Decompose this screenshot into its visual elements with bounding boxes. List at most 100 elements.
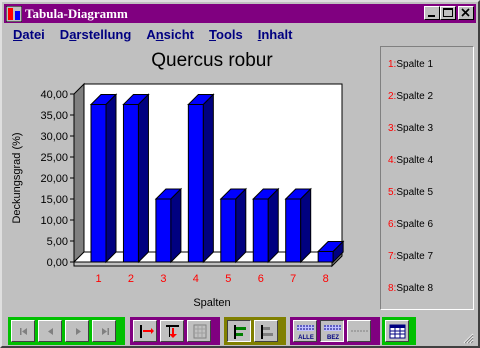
bar-side xyxy=(235,187,247,264)
x-tick-label: 4 xyxy=(193,273,199,285)
close-button[interactable] xyxy=(458,6,474,20)
legend-label: Spalte 4 xyxy=(396,155,434,166)
bar xyxy=(285,198,302,263)
menu-ansicht[interactable]: Ansicht xyxy=(146,27,194,42)
toolbar-group xyxy=(382,317,416,345)
minimize-icon xyxy=(428,15,435,17)
bar xyxy=(122,104,139,263)
x-axis-label: Spalten xyxy=(193,297,230,309)
insert-row-icon xyxy=(166,325,179,338)
window-title: Tabula-Diagramm xyxy=(25,5,128,21)
last-record-button[interactable] xyxy=(92,320,116,342)
bar xyxy=(220,198,237,263)
toolbar: ALLE BEZ xyxy=(6,314,476,346)
previous-record-icon xyxy=(48,328,53,335)
menu-bar: Datei Darstellung Ansicht Tools Inhalt xyxy=(6,24,300,44)
resize-grip-icon[interactable] xyxy=(462,332,474,344)
legend-item: 5:Spalte 5 xyxy=(388,187,433,198)
grid-button[interactable] xyxy=(187,320,211,342)
y-axis-label: Deckungsgrad (%) xyxy=(11,132,23,223)
insert-column-button[interactable] xyxy=(133,320,157,342)
toolbar-group xyxy=(224,317,286,345)
svg-text:BEZ: BEZ xyxy=(327,335,339,341)
align-left-alt-button[interactable] xyxy=(254,320,278,342)
y-tick-label: 40,00 xyxy=(40,89,68,101)
bar-side xyxy=(267,187,279,264)
align-left-alt-icon xyxy=(261,325,273,339)
legend-item: 1:Spalte 1 xyxy=(388,59,433,70)
legend-item: 2:Spalte 2 xyxy=(388,91,433,102)
menu-darstellung[interactable]: Darstellung xyxy=(60,27,132,42)
y-tick-label: 20,00 xyxy=(40,173,68,185)
insert-column-icon xyxy=(140,325,154,338)
legend-item: 7:Spalte 7 xyxy=(388,251,433,262)
chart-title: Quercus robur xyxy=(151,50,273,71)
bar-side xyxy=(170,187,182,264)
y-tick-label: 35,00 xyxy=(40,110,68,122)
x-tick-label: 8 xyxy=(323,273,329,285)
bar-side xyxy=(300,187,312,264)
y-tick-label: 10,00 xyxy=(40,215,68,227)
previous-record-button[interactable] xyxy=(38,320,62,342)
align-left-button[interactable] xyxy=(227,320,251,342)
maximize-icon xyxy=(443,8,453,17)
maximize-button[interactable] xyxy=(440,6,456,20)
legend-item: 6:Spalte 6 xyxy=(388,219,433,230)
y-tick-label: 0,00 xyxy=(47,257,68,269)
first-record-button[interactable] xyxy=(11,320,35,342)
app-window: Tabula-Diagramm Datei Darstellung Ansicht T… xyxy=(0,0,480,348)
bar-side xyxy=(105,93,117,264)
legend-label: Spalte 5 xyxy=(396,187,434,198)
bar xyxy=(187,104,204,263)
menu-tools[interactable]: Tools xyxy=(209,27,243,42)
legend-label: Spalte 6 xyxy=(396,219,434,230)
insert-row-button[interactable] xyxy=(160,320,184,342)
alle-button[interactable]: ALLE xyxy=(293,320,317,342)
close-icon xyxy=(461,8,470,17)
bar xyxy=(90,104,107,263)
legend-panel: 1:Spalte 1 2:Spalte 2 3:Spalte 3 4:Spalte 4… xyxy=(380,46,474,310)
legend-item: 4:Spalte 4 xyxy=(388,155,433,166)
x-tick-label: 5 xyxy=(225,273,231,285)
toolbar-group xyxy=(8,317,125,345)
menu-inhalt[interactable]: Inhalt xyxy=(258,27,293,42)
y-tick-label: 15,00 xyxy=(40,194,68,206)
bez-button[interactable]: BEZ xyxy=(320,320,344,342)
x-tick-label: 3 xyxy=(160,273,166,285)
bar-side xyxy=(137,93,149,264)
bar-chart: Quercus robur 0,00 5,00 10,00 15,00 20,00 25,0… xyxy=(11,50,345,309)
legend-label: Spalte 3 xyxy=(396,123,434,134)
first-record-icon xyxy=(20,328,27,335)
app-icon[interactable] xyxy=(5,5,23,22)
title-bar[interactable]: Tabula-Diagramm xyxy=(4,4,476,23)
table-view-button[interactable] xyxy=(385,320,409,342)
dashed-line-icon xyxy=(351,330,369,332)
legend-label: Spalte 7 xyxy=(396,251,434,262)
bez-icon: BEZ xyxy=(324,325,341,341)
x-tick-label: 6 xyxy=(258,273,264,285)
bar xyxy=(317,251,334,263)
minimize-button[interactable] xyxy=(424,6,440,20)
bar-side xyxy=(202,93,214,264)
toolbar-group xyxy=(130,317,220,345)
y-tick-label: 5,00 xyxy=(47,236,68,248)
legend-label: Spalte 2 xyxy=(396,91,434,102)
legend-item: 8:Spalte 8 xyxy=(388,283,433,294)
last-record-icon xyxy=(102,328,109,335)
x-tick-label: 2 xyxy=(128,273,134,285)
grid-icon xyxy=(193,324,207,339)
alle-icon: ALLE xyxy=(297,325,314,341)
next-record-button[interactable] xyxy=(65,320,89,342)
chart-side-wall xyxy=(73,82,85,264)
toolbar-group: ALLE BEZ xyxy=(290,317,380,345)
y-tick-label: 25,00 xyxy=(40,152,68,164)
legend-label: Spalte 8 xyxy=(396,283,434,294)
chart-panel: Quercus robur 0,00 5,00 10,00 15,00 20,00 25,0… xyxy=(6,44,374,314)
dashed-line-button[interactable] xyxy=(347,320,371,342)
legend-label: Spalte 1 xyxy=(396,59,434,70)
menu-datei[interactable]: Datei xyxy=(13,27,45,42)
align-left-icon xyxy=(234,325,246,339)
x-tick-label: 7 xyxy=(290,273,296,285)
svg-text:ALLE: ALLE xyxy=(298,335,314,341)
y-tick-label: 30,00 xyxy=(40,131,68,143)
